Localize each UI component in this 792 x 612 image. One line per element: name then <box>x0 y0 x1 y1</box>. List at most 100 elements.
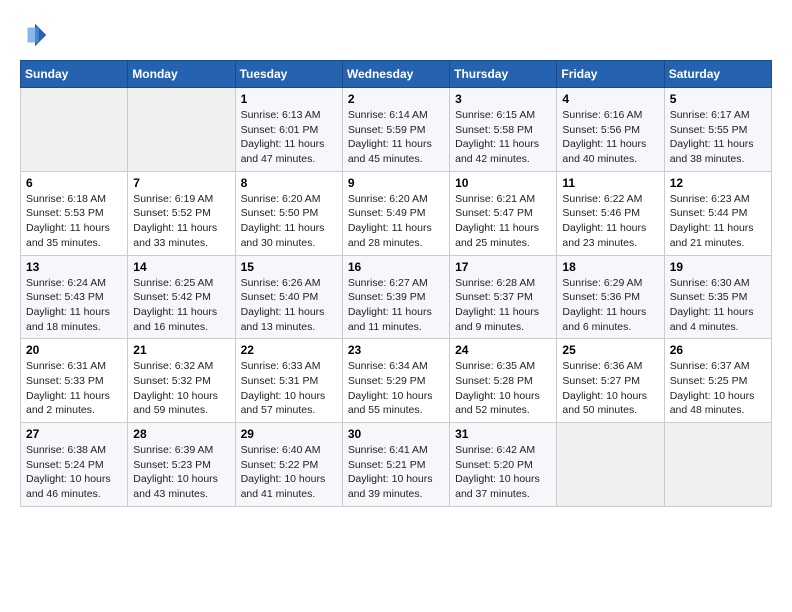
calendar-cell: 30 Sunrise: 6:41 AM Sunset: 5:21 PM Dayl… <box>342 423 449 507</box>
calendar-week: 27 Sunrise: 6:38 AM Sunset: 5:24 PM Dayl… <box>21 423 772 507</box>
calendar-cell: 31 Sunrise: 6:42 AM Sunset: 5:20 PM Dayl… <box>450 423 557 507</box>
calendar-cell: 4 Sunrise: 6:16 AM Sunset: 5:56 PM Dayli… <box>557 88 664 172</box>
calendar-cell: 3 Sunrise: 6:15 AM Sunset: 5:58 PM Dayli… <box>450 88 557 172</box>
day-info: Sunrise: 6:41 AM Sunset: 5:21 PM Dayligh… <box>348 443 444 502</box>
calendar-cell: 21 Sunrise: 6:32 AM Sunset: 5:32 PM Dayl… <box>128 339 235 423</box>
calendar-cell <box>21 88 128 172</box>
day-info: Sunrise: 6:14 AM Sunset: 5:59 PM Dayligh… <box>348 108 444 167</box>
day-number: 10 <box>455 176 551 190</box>
calendar-cell <box>128 88 235 172</box>
day-number: 9 <box>348 176 444 190</box>
day-number: 6 <box>26 176 122 190</box>
day-number: 5 <box>670 92 766 106</box>
calendar-cell: 13 Sunrise: 6:24 AM Sunset: 5:43 PM Dayl… <box>21 255 128 339</box>
day-info: Sunrise: 6:19 AM Sunset: 5:52 PM Dayligh… <box>133 192 229 251</box>
day-number: 16 <box>348 260 444 274</box>
day-number: 13 <box>26 260 122 274</box>
day-number: 26 <box>670 343 766 357</box>
calendar-cell <box>664 423 771 507</box>
calendar-cell: 22 Sunrise: 6:33 AM Sunset: 5:31 PM Dayl… <box>235 339 342 423</box>
calendar-week: 6 Sunrise: 6:18 AM Sunset: 5:53 PM Dayli… <box>21 171 772 255</box>
calendar-cell: 23 Sunrise: 6:34 AM Sunset: 5:29 PM Dayl… <box>342 339 449 423</box>
calendar-week: 1 Sunrise: 6:13 AM Sunset: 6:01 PM Dayli… <box>21 88 772 172</box>
day-number: 7 <box>133 176 229 190</box>
day-info: Sunrise: 6:13 AM Sunset: 6:01 PM Dayligh… <box>241 108 337 167</box>
day-info: Sunrise: 6:18 AM Sunset: 5:53 PM Dayligh… <box>26 192 122 251</box>
header-row: SundayMondayTuesdayWednesdayThursdayFrid… <box>21 61 772 88</box>
calendar-cell <box>557 423 664 507</box>
calendar-cell: 15 Sunrise: 6:26 AM Sunset: 5:40 PM Dayl… <box>235 255 342 339</box>
day-info: Sunrise: 6:24 AM Sunset: 5:43 PM Dayligh… <box>26 276 122 335</box>
weekday-header: Friday <box>557 61 664 88</box>
calendar-cell: 9 Sunrise: 6:20 AM Sunset: 5:49 PM Dayli… <box>342 171 449 255</box>
calendar-cell: 20 Sunrise: 6:31 AM Sunset: 5:33 PM Dayl… <box>21 339 128 423</box>
day-info: Sunrise: 6:39 AM Sunset: 5:23 PM Dayligh… <box>133 443 229 502</box>
day-info: Sunrise: 6:35 AM Sunset: 5:28 PM Dayligh… <box>455 359 551 418</box>
day-number: 28 <box>133 427 229 441</box>
calendar-cell: 6 Sunrise: 6:18 AM Sunset: 5:53 PM Dayli… <box>21 171 128 255</box>
day-info: Sunrise: 6:25 AM Sunset: 5:42 PM Dayligh… <box>133 276 229 335</box>
day-number: 8 <box>241 176 337 190</box>
day-number: 31 <box>455 427 551 441</box>
calendar-cell: 14 Sunrise: 6:25 AM Sunset: 5:42 PM Dayl… <box>128 255 235 339</box>
day-info: Sunrise: 6:21 AM Sunset: 5:47 PM Dayligh… <box>455 192 551 251</box>
day-info: Sunrise: 6:17 AM Sunset: 5:55 PM Dayligh… <box>670 108 766 167</box>
day-number: 19 <box>670 260 766 274</box>
calendar-cell: 2 Sunrise: 6:14 AM Sunset: 5:59 PM Dayli… <box>342 88 449 172</box>
calendar-cell: 27 Sunrise: 6:38 AM Sunset: 5:24 PM Dayl… <box>21 423 128 507</box>
day-number: 30 <box>348 427 444 441</box>
day-number: 18 <box>562 260 658 274</box>
day-number: 14 <box>133 260 229 274</box>
weekday-header: Monday <box>128 61 235 88</box>
page-header <box>20 20 772 50</box>
weekday-header: Tuesday <box>235 61 342 88</box>
calendar-cell: 12 Sunrise: 6:23 AM Sunset: 5:44 PM Dayl… <box>664 171 771 255</box>
day-info: Sunrise: 6:30 AM Sunset: 5:35 PM Dayligh… <box>670 276 766 335</box>
day-info: Sunrise: 6:27 AM Sunset: 5:39 PM Dayligh… <box>348 276 444 335</box>
day-number: 23 <box>348 343 444 357</box>
calendar-cell: 26 Sunrise: 6:37 AM Sunset: 5:25 PM Dayl… <box>664 339 771 423</box>
day-info: Sunrise: 6:15 AM Sunset: 5:58 PM Dayligh… <box>455 108 551 167</box>
day-info: Sunrise: 6:28 AM Sunset: 5:37 PM Dayligh… <box>455 276 551 335</box>
day-info: Sunrise: 6:33 AM Sunset: 5:31 PM Dayligh… <box>241 359 337 418</box>
day-info: Sunrise: 6:37 AM Sunset: 5:25 PM Dayligh… <box>670 359 766 418</box>
calendar-cell: 11 Sunrise: 6:22 AM Sunset: 5:46 PM Dayl… <box>557 171 664 255</box>
calendar-cell: 29 Sunrise: 6:40 AM Sunset: 5:22 PM Dayl… <box>235 423 342 507</box>
calendar-cell: 28 Sunrise: 6:39 AM Sunset: 5:23 PM Dayl… <box>128 423 235 507</box>
day-number: 29 <box>241 427 337 441</box>
day-info: Sunrise: 6:16 AM Sunset: 5:56 PM Dayligh… <box>562 108 658 167</box>
logo-icon <box>20 20 50 50</box>
logo <box>20 20 54 50</box>
day-info: Sunrise: 6:36 AM Sunset: 5:27 PM Dayligh… <box>562 359 658 418</box>
day-number: 21 <box>133 343 229 357</box>
day-number: 15 <box>241 260 337 274</box>
calendar-cell: 5 Sunrise: 6:17 AM Sunset: 5:55 PM Dayli… <box>664 88 771 172</box>
calendar-cell: 25 Sunrise: 6:36 AM Sunset: 5:27 PM Dayl… <box>557 339 664 423</box>
calendar-week: 20 Sunrise: 6:31 AM Sunset: 5:33 PM Dayl… <box>21 339 772 423</box>
day-number: 12 <box>670 176 766 190</box>
day-info: Sunrise: 6:31 AM Sunset: 5:33 PM Dayligh… <box>26 359 122 418</box>
weekday-header: Saturday <box>664 61 771 88</box>
day-info: Sunrise: 6:40 AM Sunset: 5:22 PM Dayligh… <box>241 443 337 502</box>
calendar-cell: 8 Sunrise: 6:20 AM Sunset: 5:50 PM Dayli… <box>235 171 342 255</box>
calendar-cell: 18 Sunrise: 6:29 AM Sunset: 5:36 PM Dayl… <box>557 255 664 339</box>
weekday-header: Thursday <box>450 61 557 88</box>
day-info: Sunrise: 6:42 AM Sunset: 5:20 PM Dayligh… <box>455 443 551 502</box>
day-number: 3 <box>455 92 551 106</box>
day-info: Sunrise: 6:22 AM Sunset: 5:46 PM Dayligh… <box>562 192 658 251</box>
calendar-week: 13 Sunrise: 6:24 AM Sunset: 5:43 PM Dayl… <box>21 255 772 339</box>
weekday-header: Wednesday <box>342 61 449 88</box>
day-number: 2 <box>348 92 444 106</box>
weekday-header: Sunday <box>21 61 128 88</box>
calendar-cell: 7 Sunrise: 6:19 AM Sunset: 5:52 PM Dayli… <box>128 171 235 255</box>
calendar-cell: 1 Sunrise: 6:13 AM Sunset: 6:01 PM Dayli… <box>235 88 342 172</box>
day-number: 11 <box>562 176 658 190</box>
day-info: Sunrise: 6:20 AM Sunset: 5:49 PM Dayligh… <box>348 192 444 251</box>
calendar-cell: 24 Sunrise: 6:35 AM Sunset: 5:28 PM Dayl… <box>450 339 557 423</box>
day-number: 25 <box>562 343 658 357</box>
day-number: 27 <box>26 427 122 441</box>
day-info: Sunrise: 6:38 AM Sunset: 5:24 PM Dayligh… <box>26 443 122 502</box>
day-number: 17 <box>455 260 551 274</box>
calendar-cell: 16 Sunrise: 6:27 AM Sunset: 5:39 PM Dayl… <box>342 255 449 339</box>
day-number: 4 <box>562 92 658 106</box>
